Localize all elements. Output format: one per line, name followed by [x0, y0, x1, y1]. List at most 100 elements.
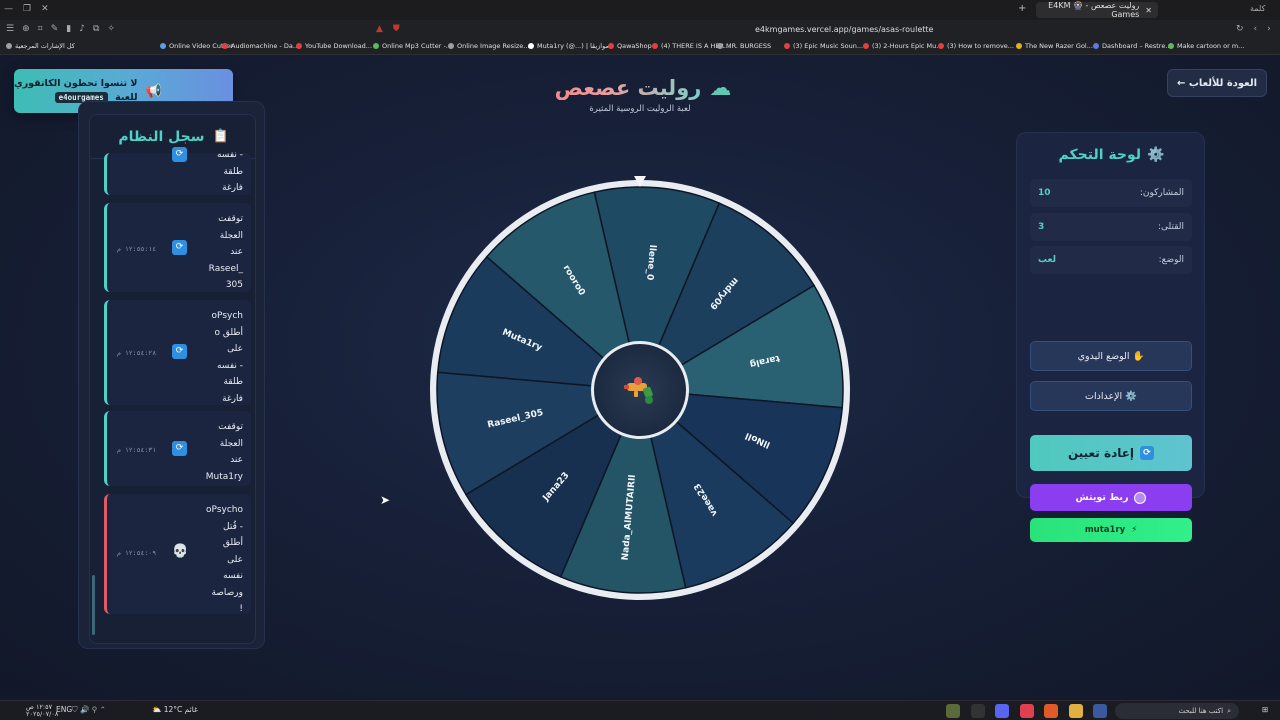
bookmark-favicon-icon: [160, 43, 166, 49]
stat-mode: الوضع: لعب: [1030, 246, 1192, 274]
bookmark-item[interactable]: Online Image Resize...: [448, 42, 529, 50]
bookmark-item[interactable]: Make cartoon or m...: [1168, 42, 1244, 50]
bookmark-item[interactable]: (3) Epic Music Soun...: [784, 42, 863, 50]
restore-icon[interactable]: ❐: [23, 4, 31, 14]
tab-title: روليت عصعص - 🎡 E4KM Games: [1048, 1, 1140, 19]
menu-icon[interactable]: ☰: [6, 24, 14, 34]
user-label: muta1ry: [1084, 525, 1126, 535]
log-entry-text: نفسه - طلقة فارغة: [216, 150, 243, 193]
roulette-wheel[interactable]: llene_0 mdry09 taralg llNoll vaee23 Nada_AlMU…: [428, 178, 852, 602]
discord-icon[interactable]: [995, 704, 1009, 718]
titlebar-label: كلمة: [1250, 4, 1266, 13]
reload-icon[interactable]: ↻: [1236, 24, 1244, 34]
windows-start-icon[interactable]: ⊞: [1262, 705, 1268, 714]
puzzle-icon[interactable]: ✧: [107, 24, 115, 34]
log-entry-text: oPsych o أطلق على نفسه - طلقة فارغة: [211, 311, 243, 404]
taskbar-app-icon[interactable]: [946, 704, 960, 718]
warning-icon[interactable]: ▲: [376, 24, 383, 34]
taskbar-app-icon[interactable]: [1020, 704, 1034, 718]
bookmark-favicon-icon: [1093, 43, 1099, 49]
system-log-list[interactable]: 📋 سجل النظام نفسه - طلقة فارغة ⟳ توقفت ا…: [89, 114, 256, 644]
control-panel-title-text: لوحة التحكم: [1058, 147, 1142, 163]
extension-icon[interactable]: ⊕: [22, 24, 30, 34]
tray-icons[interactable]: ⛉ 🔊 ⚲ ⌃: [72, 705, 106, 715]
forward-icon[interactable]: ›: [1267, 24, 1271, 34]
bookmark-item[interactable]: Dashboard – Restre...: [1093, 42, 1172, 50]
stat-participants: المشاركون: 10: [1030, 179, 1192, 207]
bookmark-favicon-icon: [296, 43, 302, 49]
mouse-cursor-icon: ➤: [380, 493, 391, 507]
game-subtitle: لعبة الروليت الروسية المثيرة: [589, 104, 691, 114]
search-icon: ⌕: [1227, 706, 1231, 715]
screenshot-icon[interactable]: ⧉: [93, 24, 99, 34]
bookmark-item[interactable]: QawaShop: [608, 42, 652, 50]
back-to-games-button[interactable]: ← العودة للألعاب: [1167, 69, 1267, 97]
pen-icon[interactable]: ✎: [51, 24, 59, 34]
close-window-icon[interactable]: ✕: [41, 4, 49, 14]
settings-button[interactable]: ⚙️ الإعدادات: [1030, 381, 1192, 411]
reset-button[interactable]: ⟳ إعادة تعيين: [1030, 435, 1192, 471]
log-entry-time: ١٢:٥٤:٠٩ م: [117, 549, 157, 557]
log-entry: oPsych o أطلق على نفسه - طلقة فارغة ⟳ ١٢…: [104, 300, 251, 405]
log-entry-text: توقفت العجلة عند Muta1ry: [205, 422, 243, 482]
stat-label: القتلى:: [1157, 222, 1184, 232]
new-tab-button[interactable]: +: [1018, 3, 1026, 14]
bookmark-item[interactable]: The New Razer Gol...: [1016, 42, 1093, 50]
bookmark-item[interactable]: كل الإشارات المرجعية: [6, 42, 75, 50]
system-log-panel: 📋 سجل النظام نفسه - طلقة فارغة ⟳ توقفت ا…: [78, 101, 265, 649]
brave-shield-icon[interactable]: ⛊: [393, 24, 400, 34]
url-field[interactable]: e4kmgames.vercel.app/games/asas-roulette: [755, 25, 933, 34]
window-controls: — ❐ ✕: [4, 4, 49, 14]
minimize-icon[interactable]: —: [4, 4, 13, 14]
address-bar: ☰ ⊕ ⌗ ✎ ▮ ♪ ⧉ ✧ ▲ ⛊ e4kmgames.vercel.app…: [0, 20, 1280, 40]
bookmark-item[interactable]: Audiomachine - Da...: [222, 42, 299, 50]
taskbar-search[interactable]: اكتب هنا للبحث ⌕: [1115, 703, 1239, 719]
bookmark-favicon-icon: [1016, 43, 1022, 49]
bookmark-favicon-icon: [863, 43, 869, 49]
game-page: 📢 لا تنسوا تحطون الكاتقوري للعبة e4ourga…: [0, 55, 1280, 698]
bookmark-item[interactable]: YouTube Download...: [296, 42, 372, 50]
bookmark-item[interactable]: Muta1ry (@...) | موازيڤا: [528, 42, 609, 50]
tab-close-icon[interactable]: ✕: [1145, 6, 1152, 15]
stat-label: المشاركون:: [1139, 188, 1184, 198]
bookmark-item[interactable]: (3) How to remove...: [938, 42, 1014, 50]
clipboard-icon: 📋: [212, 129, 229, 144]
twitch-user-button[interactable]: muta1ry ⚡: [1030, 518, 1192, 542]
stat-value: 10: [1038, 188, 1051, 198]
brave-icon[interactable]: [1044, 704, 1058, 718]
back-icon[interactable]: ‹: [1254, 24, 1258, 34]
connect-twitch-button[interactable]: ربط تويتش: [1030, 484, 1192, 511]
obs-icon[interactable]: [971, 704, 985, 718]
refresh-icon: ⟳: [172, 344, 187, 359]
bookmark-item[interactable]: (3) 2-Hours Epic Mu...: [863, 42, 942, 50]
log-entry: نفسه - طلقة فارغة ⟳: [104, 147, 251, 195]
stat-killed: القتلى: 3: [1030, 213, 1192, 241]
browser-tab[interactable]: ✕ روليت عصعص - 🎡 E4KM Games: [1036, 1, 1158, 19]
language-indicator[interactable]: ENG: [56, 705, 72, 714]
manual-mode-button[interactable]: ✋ الوضع اليدوي: [1030, 341, 1192, 371]
refresh-icon: ⟳: [172, 240, 187, 255]
refresh-icon: ⟳: [172, 441, 187, 456]
sidebar-icon[interactable]: ▮: [66, 24, 71, 34]
bookmarks-bar: كل الإشارات المرجعية Online Video Cutter A…: [0, 40, 1280, 55]
weather-temp: 12°C: [163, 705, 183, 714]
file-explorer-icon[interactable]: [1069, 704, 1083, 718]
brain-icon: ☁: [709, 75, 732, 101]
control-panel-title: ⚙️ لوحة التحكم: [1017, 147, 1206, 163]
twitch-label: ربط تويتش: [1075, 492, 1129, 503]
camera-icon[interactable]: ⌗: [38, 24, 43, 34]
refresh-icon: ⟳: [172, 147, 187, 162]
bookmark-favicon-icon: [373, 43, 379, 49]
refresh-icon: ⟳: [1140, 446, 1155, 460]
bookmark-label: QawaShop: [617, 42, 652, 50]
bookmark-item[interactable]: Online Mp3 Cutter -...: [373, 42, 452, 50]
log-entry: توقفت العجلة عند Raseel_ 305 ⟳ ١٢:٥٥:١٤ …: [104, 203, 251, 292]
toolbar-icons: ☰ ⊕ ⌗ ✎ ▮ ♪ ⧉ ✧: [6, 24, 115, 34]
weather-widget[interactable]: ⛅ 12°C غائم: [152, 705, 198, 714]
bookmark-favicon-icon: [784, 43, 790, 49]
clock[interactable]: ١٢:٥٧ ص ٢٠٢٥/٠٧/٠٨: [26, 704, 58, 718]
taskbar-app-icon[interactable]: [1093, 704, 1107, 718]
log-scrollbar[interactable]: [92, 575, 95, 635]
music-icon[interactable]: ♪: [79, 24, 85, 34]
bookmark-item[interactable]: MR. BURGESS: [717, 42, 771, 50]
